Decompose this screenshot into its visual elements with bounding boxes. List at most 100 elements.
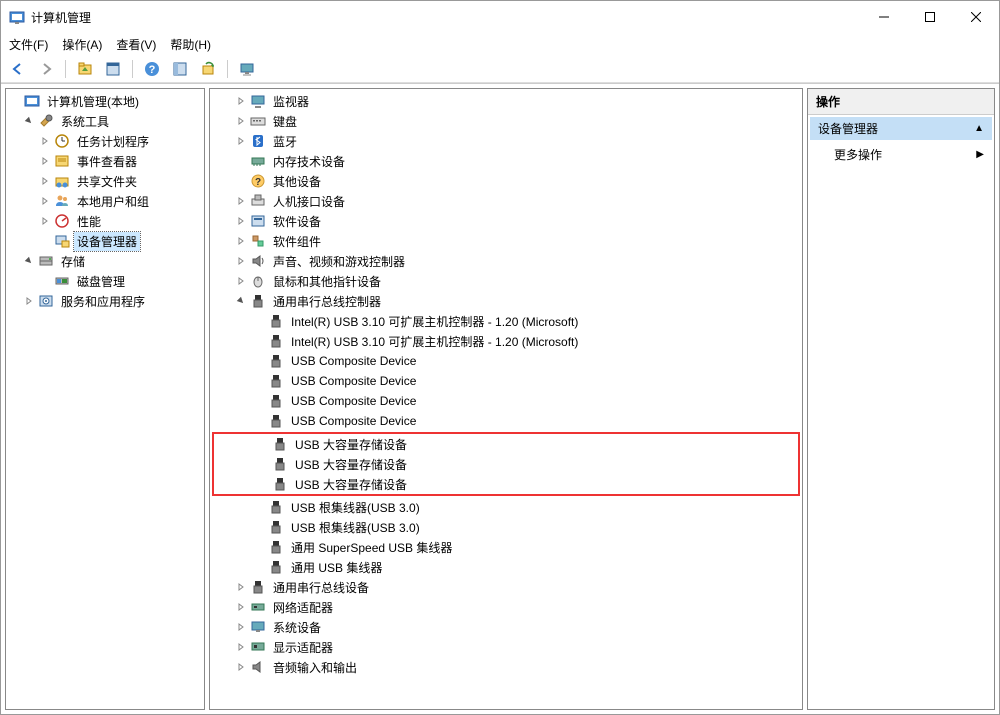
- device-item-usb[interactable]: Intel(R) USB 3.10 可扩展主机控制器 - 1.20 (Micro…: [210, 331, 802, 351]
- expander-closed-icon[interactable]: [38, 134, 52, 148]
- tree-node-performance[interactable]: 性能: [6, 211, 204, 231]
- tree-node-disk-mgmt[interactable]: 磁盘管理: [6, 271, 204, 291]
- expander-closed-icon[interactable]: [38, 174, 52, 188]
- actions-section[interactable]: 设备管理器 ▲: [810, 117, 992, 140]
- expander-closed-icon[interactable]: [234, 114, 248, 128]
- svg-text:?: ?: [149, 64, 156, 76]
- usb-icon: [250, 293, 266, 309]
- tree-node-shared-folders[interactable]: 共享文件夹: [6, 171, 204, 191]
- tree-node-services-apps[interactable]: 服务和应用程序: [6, 291, 204, 311]
- device-category-monitors[interactable]: 监视器: [210, 91, 802, 111]
- device-category-software-components[interactable]: 软件组件: [210, 231, 802, 251]
- device-item-usb[interactable]: USB Composite Device: [210, 391, 802, 411]
- highlight-annotation: USB 大容量存储设备USB 大容量存储设备USB 大容量存储设备: [212, 432, 800, 496]
- up-button[interactable]: [74, 58, 96, 80]
- device-category-audio[interactable]: 音频输入和输出: [210, 657, 802, 677]
- refresh-button[interactable]: [197, 58, 219, 80]
- left-nav-pane[interactable]: 计算机管理(本地) 系统工具 任务计划程序 事件查看器: [5, 88, 205, 710]
- expander-open-icon[interactable]: [22, 114, 36, 128]
- expander-closed-icon[interactable]: [38, 194, 52, 208]
- device-category-mice[interactable]: 鼠标和其他指针设备: [210, 271, 802, 291]
- menu-file[interactable]: 文件(F): [9, 36, 48, 53]
- expander-closed-icon[interactable]: [234, 274, 248, 288]
- device-category-memory[interactable]: 内存技术设备: [210, 151, 802, 171]
- device-category-system[interactable]: 系统设备: [210, 617, 802, 637]
- device-category-keyboards[interactable]: 键盘: [210, 111, 802, 131]
- device-item-usb[interactable]: USB 根集线器(USB 3.0): [210, 497, 802, 517]
- device-item-usb[interactable]: USB 大容量存储设备: [214, 474, 798, 494]
- device-item-usb[interactable]: USB 大容量存储设备: [214, 434, 798, 454]
- expander-icon[interactable]: [8, 94, 22, 108]
- device-category-usb-devices[interactable]: 通用串行总线设备: [210, 577, 802, 597]
- device-item-usb[interactable]: USB Composite Device: [210, 351, 802, 371]
- device-item-usb[interactable]: Intel(R) USB 3.10 可扩展主机控制器 - 1.20 (Micro…: [210, 311, 802, 331]
- properties-button[interactable]: [102, 58, 124, 80]
- expander-open-icon[interactable]: [234, 294, 248, 308]
- device-category-hid[interactable]: 人机接口设备: [210, 191, 802, 211]
- tree-label: 本地用户和组: [74, 192, 152, 211]
- tree-node-root[interactable]: 计算机管理(本地): [6, 91, 204, 111]
- device-item-usb[interactable]: 通用 SuperSpeed USB 集线器: [210, 537, 802, 557]
- tree-label: 性能: [74, 212, 104, 231]
- computer-mgmt-icon: [24, 93, 40, 109]
- expander-closed-icon[interactable]: [38, 214, 52, 228]
- tree-node-storage[interactable]: 存储: [6, 251, 204, 271]
- tree-node-local-users[interactable]: 本地用户和组: [6, 191, 204, 211]
- expander-icon[interactable]: [38, 274, 52, 288]
- device-category-other[interactable]: ? 其他设备: [210, 171, 802, 191]
- minimize-button[interactable]: [861, 1, 907, 33]
- device-category-display[interactable]: 显示适配器: [210, 637, 802, 657]
- back-button[interactable]: [7, 58, 29, 80]
- help-button[interactable]: ?: [141, 58, 163, 80]
- show-hide-button[interactable]: [169, 58, 191, 80]
- expander-closed-icon[interactable]: [234, 194, 248, 208]
- device-category-usb-controllers[interactable]: 通用串行总线控制器: [210, 291, 802, 311]
- expander-closed-icon[interactable]: [234, 134, 248, 148]
- menu-view[interactable]: 查看(V): [116, 36, 156, 53]
- usb-icon: [268, 393, 284, 409]
- tree-label: 系统工具: [58, 112, 112, 131]
- expander-closed-icon[interactable]: [234, 254, 248, 268]
- collapse-up-icon[interactable]: ▲: [974, 123, 984, 134]
- expander-closed-icon[interactable]: [234, 234, 248, 248]
- forward-button[interactable]: [35, 58, 57, 80]
- tree-label: 通用串行总线设备: [270, 578, 372, 597]
- close-button[interactable]: [953, 1, 999, 33]
- device-category-sound[interactable]: 声音、视频和游戏控制器: [210, 251, 802, 271]
- expander-icon[interactable]: [234, 154, 248, 168]
- device-item-usb[interactable]: USB Composite Device: [210, 411, 802, 431]
- expander-closed-icon[interactable]: [38, 154, 52, 168]
- tree-node-system-tools[interactable]: 系统工具: [6, 111, 204, 131]
- audio-icon: [250, 659, 266, 675]
- maximize-button[interactable]: [907, 1, 953, 33]
- expander-closed-icon[interactable]: [234, 600, 248, 614]
- device-item-usb[interactable]: USB Composite Device: [210, 371, 802, 391]
- tree-label: 内存技术设备: [270, 152, 348, 171]
- expander-icon[interactable]: [234, 174, 248, 188]
- device-item-usb[interactable]: USB 根集线器(USB 3.0): [210, 517, 802, 537]
- expander-closed-icon[interactable]: [22, 294, 36, 308]
- keyboard-icon: [250, 113, 266, 129]
- device-category-software-devices[interactable]: 软件设备: [210, 211, 802, 231]
- expander-icon[interactable]: [38, 234, 52, 248]
- action-more[interactable]: 更多操作 ▶: [810, 142, 992, 167]
- menu-help[interactable]: 帮助(H): [170, 36, 211, 53]
- device-tree-pane[interactable]: 监视器 键盘 蓝牙 内存技术设备: [209, 88, 803, 710]
- tree-label: 通用 SuperSpeed USB 集线器: [288, 538, 455, 557]
- expander-closed-icon[interactable]: [234, 94, 248, 108]
- device-category-bluetooth[interactable]: 蓝牙: [210, 131, 802, 151]
- tree-node-event-viewer[interactable]: 事件查看器: [6, 151, 204, 171]
- expander-closed-icon[interactable]: [234, 620, 248, 634]
- device-item-usb[interactable]: 通用 USB 集线器: [210, 557, 802, 577]
- expander-closed-icon[interactable]: [234, 640, 248, 654]
- device-item-usb[interactable]: USB 大容量存储设备: [214, 454, 798, 474]
- tree-node-device-manager[interactable]: 设备管理器: [6, 231, 204, 251]
- monitor-button[interactable]: [236, 58, 258, 80]
- tree-node-task-scheduler[interactable]: 任务计划程序: [6, 131, 204, 151]
- menu-action[interactable]: 操作(A): [62, 36, 102, 53]
- device-category-network[interactable]: 网络适配器: [210, 597, 802, 617]
- expander-closed-icon[interactable]: [234, 214, 248, 228]
- expander-open-icon[interactable]: [22, 254, 36, 268]
- expander-closed-icon[interactable]: [234, 580, 248, 594]
- expander-closed-icon[interactable]: [234, 660, 248, 674]
